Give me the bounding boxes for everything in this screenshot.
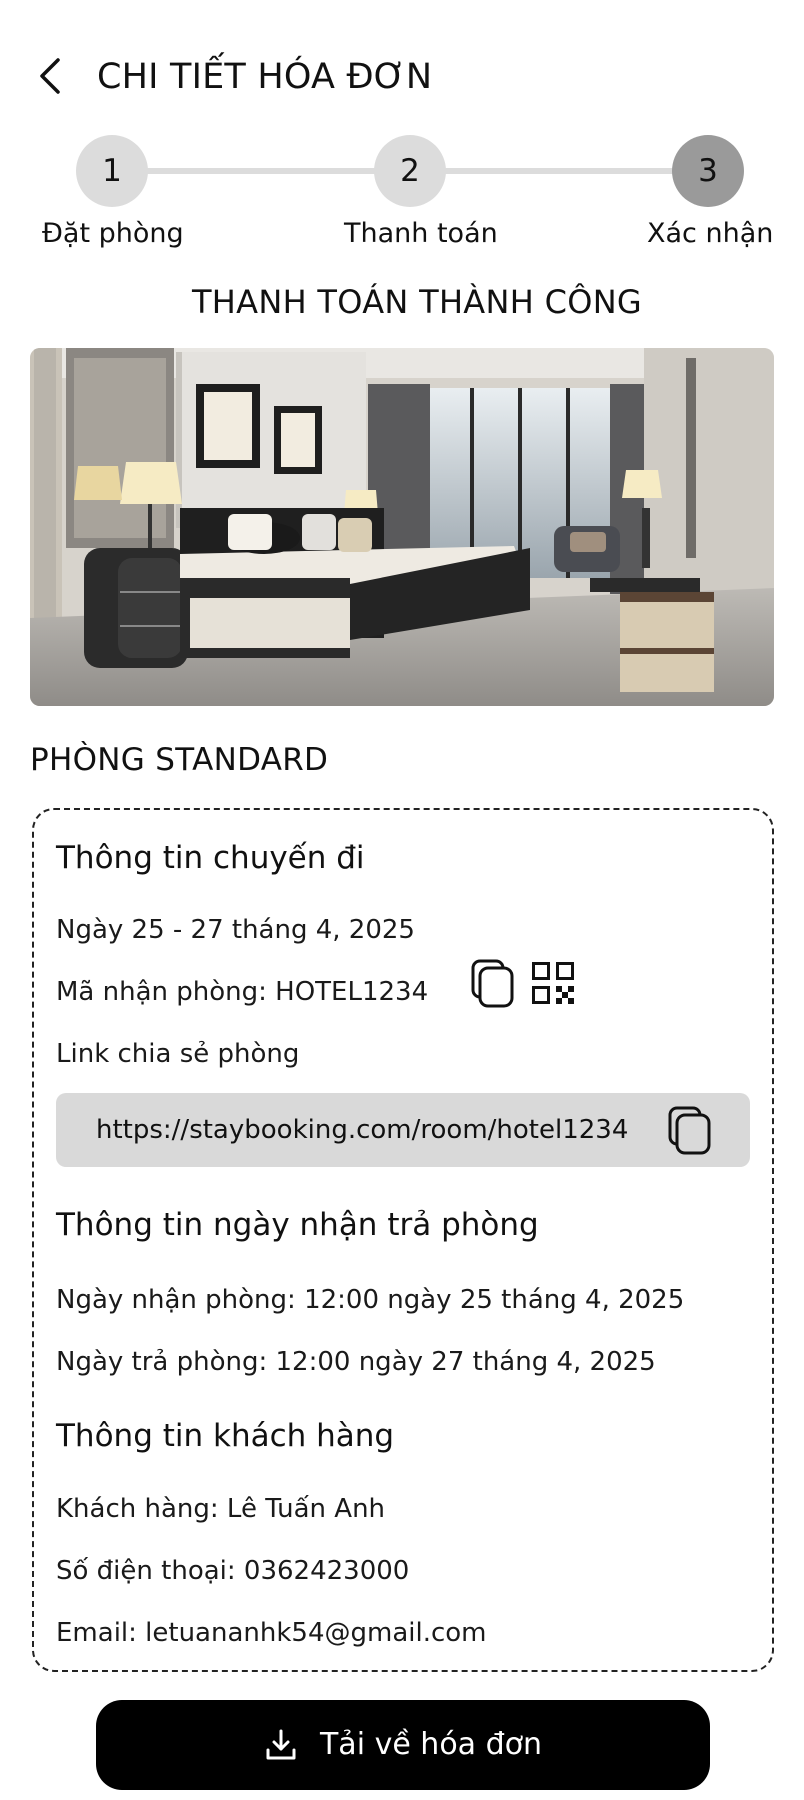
- step-2-label: Thanh toán: [344, 218, 498, 249]
- step-1-circle: 1: [76, 135, 148, 207]
- customer-info-title: Thông tin khách hàng: [56, 1418, 395, 1454]
- download-label: Tải về hóa đơn: [319, 1727, 543, 1762]
- step-3-circle: 3: [672, 135, 744, 207]
- back-button[interactable]: [26, 50, 78, 102]
- customer-phone: Số điện thoại: 0362423000: [56, 1556, 410, 1586]
- qr-code-icon: [532, 962, 574, 1004]
- checkout-time: Ngày trả phòng: 12:00 ngày 27 tháng 4, 2…: [56, 1347, 656, 1377]
- room-photo: [30, 348, 774, 706]
- checkin-code: Mã nhận phòng: HOTEL1234: [56, 977, 429, 1007]
- room-name: PHÒNG STANDARD: [30, 742, 329, 778]
- checkin-time: Ngày nhận phòng: 12:00 ngày 25 tháng 4, …: [56, 1285, 685, 1315]
- trip-info-title: Thông tin chuyến đi: [56, 840, 365, 876]
- step-connector-1: [140, 168, 412, 174]
- share-link-label: Link chia sẻ phòng: [56, 1039, 300, 1069]
- step-2-circle: 2: [374, 135, 446, 207]
- copy-link-button[interactable]: [667, 1105, 713, 1155]
- copy-code-button[interactable]: [470, 958, 516, 1008]
- step-connector-2: [440, 168, 702, 174]
- customer-name: Khách hàng: Lê Tuấn Anh: [56, 1494, 386, 1524]
- share-link-text: https://staybooking.com/room/hotel1234: [96, 1115, 629, 1145]
- qr-code-button[interactable]: [532, 962, 574, 1004]
- share-link-box[interactable]: https://staybooking.com/room/hotel1234: [56, 1093, 750, 1167]
- step-1-label: Đặt phòng: [42, 218, 184, 249]
- trip-date: Ngày 25 - 27 tháng 4, 2025: [56, 915, 415, 945]
- copy-icon: [668, 1106, 711, 1155]
- copy-icon: [471, 959, 514, 1008]
- page-title: CHI TIẾT HÓA ĐƠN: [97, 57, 433, 97]
- download-invoice-button[interactable]: Tải về hóa đơn: [96, 1700, 710, 1790]
- chevron-left-icon: [40, 58, 60, 94]
- download-icon: [266, 1729, 296, 1760]
- checkin-info-title: Thông tin ngày nhận trả phòng: [56, 1207, 539, 1243]
- customer-email: Email: letuananhk54@gmail.com: [56, 1618, 487, 1648]
- payment-success-title: THANH TOÁN THÀNH CÔNG: [191, 283, 643, 321]
- step-3-label: Xác nhận: [647, 218, 774, 249]
